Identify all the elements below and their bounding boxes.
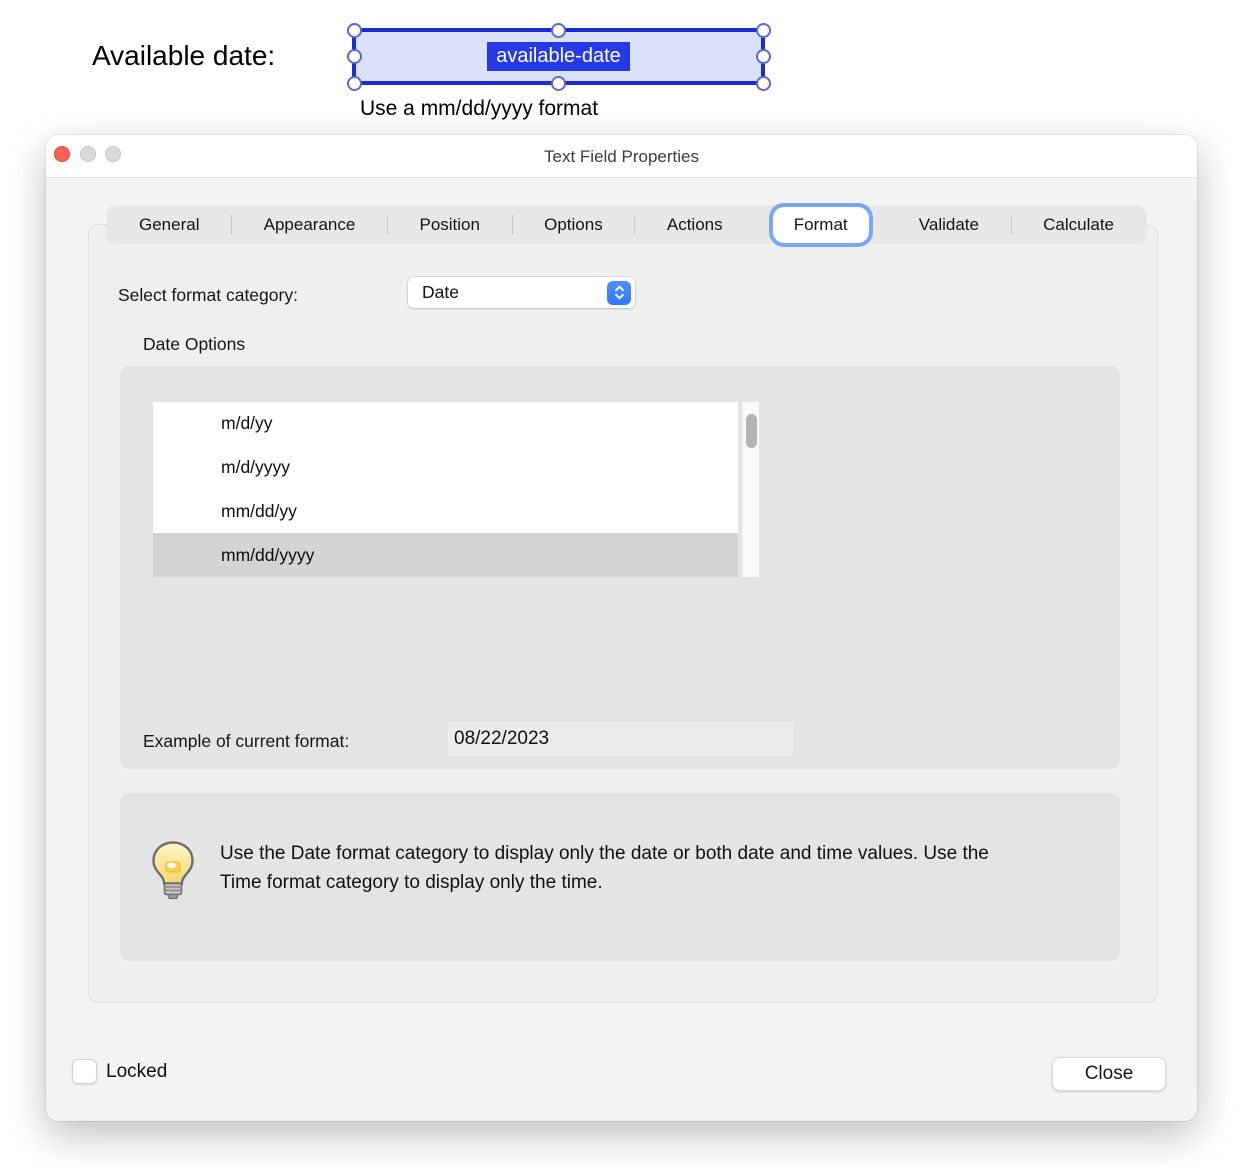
tab-actions[interactable]: Actions (653, 209, 737, 241)
close-window-icon[interactable] (54, 146, 70, 162)
tab-divider (231, 215, 232, 234)
tab-general[interactable]: General (125, 209, 213, 241)
tab-format[interactable]: Format (773, 207, 869, 243)
text-field-properties-window: Text Field Properties General Appearance… (46, 135, 1197, 1121)
minimize-window-icon[interactable] (80, 146, 96, 162)
tab-calculate[interactable]: Calculate (1029, 209, 1128, 241)
form-field-label: Available date: (92, 40, 275, 72)
window-title: Text Field Properties (46, 135, 1197, 178)
tab-divider (1011, 215, 1012, 234)
selection-handle-middle-left[interactable] (347, 49, 362, 64)
selection-handle-top-middle[interactable] (551, 23, 566, 38)
example-format-value: 08/22/2023 (448, 721, 793, 756)
selection-handle-top-left[interactable] (347, 23, 362, 38)
date-options-label: Date Options (143, 334, 245, 355)
format-category-label: Select format category: (118, 285, 298, 306)
selection-handle-bottom-middle[interactable] (551, 76, 566, 91)
tab-divider (512, 215, 513, 234)
zoom-window-icon[interactable] (105, 146, 121, 162)
selection-handle-bottom-left[interactable] (347, 76, 362, 91)
tab-validate[interactable]: Validate (905, 209, 993, 241)
date-options-group: m/d/yy m/d/yyyy mm/dd/yy mm/dd/yyyy Exam… (120, 366, 1120, 769)
locked-label: Locked (106, 1061, 167, 1082)
tab-appearance[interactable]: Appearance (250, 209, 370, 241)
date-format-list: m/d/yy m/d/yyyy mm/dd/yy mm/dd/yyyy (153, 402, 738, 577)
pdf-text-field[interactable]: available-date (352, 28, 765, 85)
tip-box: Use the Date format category to display … (120, 793, 1120, 961)
format-category-select[interactable]: Date (408, 277, 635, 308)
selection-handle-top-right[interactable] (756, 23, 771, 38)
tab-options[interactable]: Options (530, 209, 617, 241)
scrollbar-thumb[interactable] (746, 414, 757, 448)
chevron-up-down-icon (607, 281, 631, 305)
selection-handle-bottom-right[interactable] (756, 76, 771, 91)
list-item[interactable]: mm/dd/yy (153, 490, 738, 534)
example-format-label: Example of current format: (143, 731, 349, 752)
lightbulb-icon (150, 840, 196, 905)
tab-divider (634, 215, 635, 234)
tab-bar: General Appearance Position Options Acti… (107, 206, 1146, 243)
field-name-highlight: available-date (487, 42, 630, 71)
tab-position[interactable]: Position (405, 209, 493, 241)
list-item[interactable]: m/d/yy (153, 402, 738, 446)
window-titlebar[interactable]: Text Field Properties (46, 135, 1197, 178)
list-item-selected[interactable]: mm/dd/yyyy (153, 533, 738, 577)
tab-divider (387, 215, 388, 234)
list-item[interactable]: m/d/yyyy (153, 446, 738, 490)
format-category-value: Date (408, 282, 607, 303)
selection-handle-middle-right[interactable] (756, 49, 771, 64)
close-button[interactable]: Close (1052, 1057, 1166, 1091)
form-field-hint: Use a mm/dd/yyyy format (360, 97, 598, 121)
screen: Available date: available-date Use a mm/… (0, 0, 1244, 1166)
locked-checkbox[interactable] (72, 1059, 97, 1084)
tip-text: Use the Date format category to display … (220, 840, 1032, 897)
list-scrollbar[interactable] (742, 402, 759, 577)
